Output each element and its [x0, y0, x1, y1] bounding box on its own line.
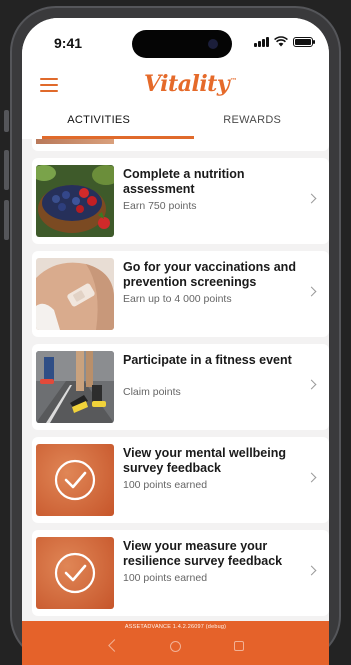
chevron-right-icon — [306, 379, 317, 390]
chevron-right-icon — [306, 193, 317, 204]
app-header: Vitality™ — [22, 68, 329, 108]
dynamic-island — [132, 30, 232, 58]
activity-subtitle: Earn 750 points — [123, 200, 197, 212]
cellular-signal-icon — [254, 36, 269, 47]
nav-back-icon[interactable] — [108, 639, 121, 652]
tab-rewards[interactable]: REWARDS — [176, 108, 330, 139]
check-circle-icon — [54, 552, 96, 594]
activity-subtitle: 100 points earned — [123, 572, 208, 584]
activity-title: Go for your vaccinations and prevention … — [123, 260, 296, 289]
activity-card-nutrition[interactable]: Complete a nutrition assessment Earn 750… — [32, 158, 329, 244]
berries-bowl-photo — [36, 165, 114, 237]
app-footer: ASSETADVANCE 1.4.2.26097 (debug) — [22, 621, 329, 665]
tab-activities[interactable]: ACTIVITIES — [22, 108, 193, 139]
arm-bandage-photo — [36, 258, 114, 330]
chevron-right-icon — [306, 565, 317, 576]
activity-list: Complete a nutrition assessment Earn 750… — [32, 139, 329, 623]
check-circle-thumbnail — [36, 444, 114, 516]
chevron-right-icon — [306, 472, 317, 483]
check-circle-icon — [54, 459, 96, 501]
activity-title: View your measure your resilience survey… — [123, 539, 283, 568]
side-button-volume-down — [4, 200, 9, 240]
chevron-right-icon — [306, 286, 317, 297]
activity-card-fitness-event[interactable]: Participate in a fitness event Claim poi… — [32, 344, 329, 430]
hamburger-menu-icon[interactable] — [40, 78, 58, 92]
nav-recent-icon[interactable] — [234, 641, 244, 651]
side-button-volume-up — [4, 150, 9, 190]
side-button-silent — [4, 110, 9, 132]
nav-home-icon[interactable] — [170, 641, 181, 652]
status-time: 9:41 — [54, 35, 83, 51]
build-version-label: ASSETADVANCE 1.4.2.26097 (debug) — [124, 624, 227, 630]
activity-title: Participate in a fitness event — [123, 353, 292, 367]
battery-icon — [293, 36, 315, 47]
app-screen: 9:41 Vitality™ ACTIVITIES REWARDS Comple… — [22, 18, 329, 665]
status-icons — [254, 36, 315, 47]
activity-card-resilience[interactable]: View your measure your resilience survey… — [32, 530, 329, 616]
activity-card-mental-wellbeing[interactable]: View your mental wellbeing survey feedba… — [32, 437, 329, 523]
activity-subtitle: 100 points earned — [123, 479, 208, 491]
activity-card-vaccinations[interactable]: Go for your vaccinations and prevention … — [32, 251, 329, 337]
activity-title: View your mental wellbeing survey feedba… — [123, 446, 287, 475]
runners-legs-photo — [36, 351, 114, 423]
camera-icon — [208, 39, 218, 49]
status-bar: 9:41 — [22, 18, 329, 68]
activity-subtitle: Claim points — [123, 386, 181, 398]
check-circle-thumbnail — [36, 537, 114, 609]
partial-activity-card[interactable] — [32, 139, 329, 151]
activity-title: Complete a nutrition assessment — [123, 167, 245, 196]
tab-bar: ACTIVITIES REWARDS — [22, 108, 329, 139]
wifi-icon — [274, 36, 288, 47]
vitality-logo: Vitality™ — [144, 71, 237, 97]
activity-subtitle: Earn up to 4 000 points — [123, 293, 232, 305]
